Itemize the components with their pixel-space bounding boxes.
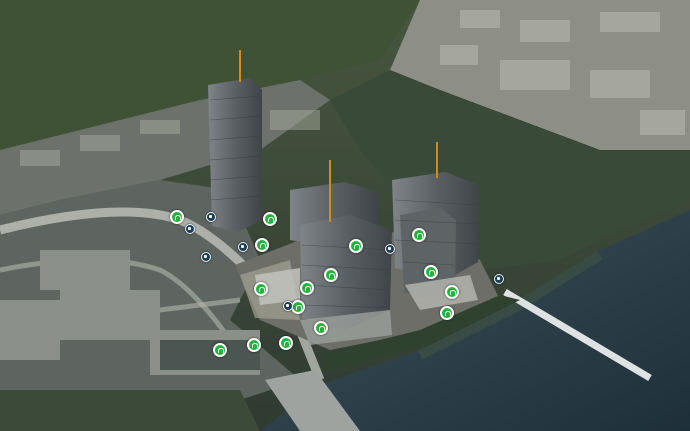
facility-icon[interactable] — [201, 252, 211, 262]
facility-icon[interactable] — [494, 274, 504, 284]
location-pin-icon[interactable] — [263, 212, 277, 226]
location-pin-icon[interactable] — [440, 306, 454, 320]
tower-a — [208, 78, 262, 232]
location-pin-icon[interactable] — [170, 210, 184, 224]
location-pin-icon[interactable] — [445, 285, 459, 299]
location-pin-icon[interactable] — [300, 281, 314, 295]
aerial-scene — [0, 0, 690, 431]
location-pin-icon[interactable] — [424, 265, 438, 279]
location-pin-icon[interactable] — [314, 321, 328, 335]
location-pin-icon[interactable] — [291, 300, 305, 314]
location-pin-icon[interactable] — [213, 343, 227, 357]
location-pin-icon[interactable] — [254, 282, 268, 296]
location-pin-icon[interactable] — [255, 238, 269, 252]
facility-icon[interactable] — [385, 244, 395, 254]
location-pin-icon[interactable] — [247, 338, 261, 352]
aerial-map-view[interactable] — [0, 0, 690, 431]
facility-icon[interactable] — [206, 212, 216, 222]
facility-icon[interactable] — [238, 242, 248, 252]
facility-icon[interactable] — [185, 224, 195, 234]
location-pin-icon[interactable] — [349, 239, 363, 253]
location-pin-icon[interactable] — [324, 268, 338, 282]
location-pin-icon[interactable] — [279, 336, 293, 350]
facility-icon[interactable] — [283, 301, 293, 311]
location-pin-icon[interactable] — [412, 228, 426, 242]
